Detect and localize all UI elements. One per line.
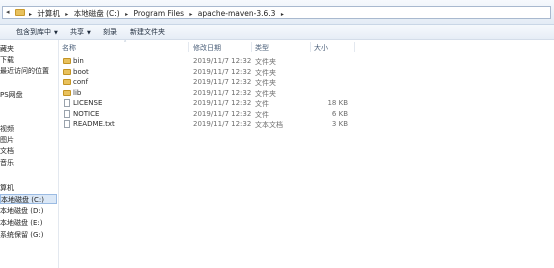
- file-name: conf: [73, 78, 89, 86]
- file-name: LICENSE: [73, 99, 103, 107]
- breadcrumb: ▸ 计算机 ▸ 本地磁盘 (C:) ▸ Program Files ▸ apac…: [29, 8, 287, 19]
- nav-item[interactable]: 本地磁盘 (E:): [0, 218, 42, 228]
- nav-item[interactable]: 下载: [0, 55, 14, 65]
- burn-button[interactable]: 刻录: [103, 27, 117, 37]
- file-list: ⌃ 名称 修改日期 类型 大小 bin 2019/11/7 12:32 文件夹 boo…: [58, 40, 554, 268]
- file-modified-date: 2019/11/7 12:32: [193, 99, 252, 107]
- file-type: 文件夹: [255, 79, 276, 87]
- folder-icon: [63, 58, 71, 64]
- navigation-pane: 藏夹 下载 最近访问的位置 PS网盘视频 图片 文档音乐算机 本地磁盘 (C:) 本地磁盘 (…: [0, 40, 59, 268]
- file-modified-date: 2019/11/7 12:32: [193, 109, 252, 118]
- column-header-name[interactable]: 名称: [62, 43, 76, 53]
- breadcrumb-computer[interactable]: 计算机: [37, 9, 60, 18]
- column-divider[interactable]: [354, 42, 355, 52]
- nav-item[interactable]: 视频: [0, 124, 14, 134]
- file-row[interactable]: conf 2019/11/7 12:32 文件夹: [58, 78, 554, 88]
- file-modified-date: 2019/11/7 12:32: [193, 88, 252, 97]
- nav-item[interactable]: 音乐: [0, 158, 14, 168]
- breadcrumb-program-files[interactable]: Program Files: [134, 9, 185, 18]
- folder-icon: [63, 89, 71, 96]
- document-icon: [64, 120, 70, 128]
- share-button[interactable]: 共享 ▼: [70, 27, 91, 37]
- nav-item[interactable]: 本地磁盘 (D:): [0, 206, 43, 216]
- file-type: 文件: [255, 100, 269, 108]
- address-bar[interactable]: ◂ ▸ 计算机 ▸ 本地磁盘 (C:) ▸ Program Files ▸ ap…: [2, 6, 551, 19]
- file-size: 18 KB: [327, 99, 348, 107]
- chevron-right-icon[interactable]: ▸: [125, 11, 128, 18]
- share-label: 共享: [70, 28, 84, 36]
- file-name: bin: [73, 57, 84, 65]
- back-arrow-icon[interactable]: ◂: [6, 8, 10, 16]
- file-type: 文本文档: [255, 121, 283, 129]
- nav-item[interactable]: PS网盘: [0, 90, 23, 100]
- address-bar-area: ◂ ▸ 计算机 ▸ 本地磁盘 (C:) ▸ Program Files ▸ ap…: [0, 0, 554, 25]
- chevron-right-icon[interactable]: ▸: [29, 11, 32, 18]
- new-folder-label: 新建文件夹: [130, 28, 165, 36]
- file-row[interactable]: NOTICE 2019/11/7 12:32 文件 6 KB: [58, 109, 554, 120]
- file-size: 3 KB: [331, 120, 348, 128]
- file-modified-date: 2019/11/7 12:32: [193, 57, 252, 65]
- file-row[interactable]: LICENSE 2019/11/7 12:32 文件 18 KB: [58, 99, 554, 109]
- file-modified-date: 2019/11/7 12:32: [193, 120, 252, 128]
- nav-item[interactable]: 图片: [0, 135, 14, 145]
- column-divider[interactable]: [310, 42, 311, 52]
- caret-down-icon: ▼: [54, 30, 58, 36]
- nav-item[interactable]: 系统保留 (G:): [0, 230, 43, 240]
- file-name: README.txt: [73, 120, 115, 128]
- file-type: 文件夹: [255, 68, 276, 77]
- file-size: 6 KB: [331, 109, 348, 118]
- document-icon: [64, 99, 70, 107]
- command-bar: 包含到库中 ▼ 共享 ▼ 刻录 新建文件夹: [0, 25, 554, 40]
- column-divider[interactable]: [251, 42, 252, 52]
- chevron-right-icon[interactable]: ▸: [65, 11, 68, 18]
- file-row[interactable]: lib 2019/11/7 12:32 文件夹: [58, 89, 554, 99]
- file-row[interactable]: boot 2019/11/7 12:32 文件夹: [58, 68, 554, 78]
- file-type: 文件夹: [255, 89, 276, 98]
- file-name: boot: [73, 67, 89, 76]
- document-icon: [64, 109, 70, 118]
- column-header-date[interactable]: 修改日期: [193, 43, 221, 53]
- column-divider[interactable]: [188, 42, 189, 52]
- nav-item[interactable]: 算机: [0, 183, 14, 193]
- nav-item[interactable]: 藏夹: [0, 44, 14, 54]
- nav-item[interactable]: 最近访问的位置: [0, 66, 49, 76]
- sort-caret-icon: ⌃: [123, 40, 128, 46]
- caret-down-icon: ▼: [87, 30, 91, 36]
- nav-item[interactable]: 文档: [0, 146, 14, 156]
- file-name: lib: [73, 88, 82, 97]
- chevron-right-icon[interactable]: ▸: [189, 11, 192, 18]
- include-in-library-label: 包含到库中: [16, 28, 51, 36]
- burn-label: 刻录: [103, 28, 117, 36]
- chevron-right-icon[interactable]: ▸: [281, 11, 284, 18]
- folder-icon: [15, 9, 25, 16]
- file-row[interactable]: bin 2019/11/7 12:32 文件夹: [58, 57, 554, 67]
- file-type: 文件: [255, 110, 269, 119]
- new-folder-button[interactable]: 新建文件夹: [130, 27, 165, 37]
- nav-item[interactable]: 本地磁盘 (C:): [0, 194, 57, 204]
- folder-icon: [63, 68, 71, 75]
- breadcrumb-maven[interactable]: apache-maven-3.6.3: [198, 9, 276, 18]
- breadcrumb-c-drive[interactable]: 本地磁盘 (C:): [74, 9, 120, 18]
- file-name: NOTICE: [73, 109, 100, 118]
- column-header-size[interactable]: 大小: [314, 43, 328, 53]
- file-type: 文件夹: [255, 58, 276, 66]
- column-header-type[interactable]: 类型: [255, 43, 269, 53]
- file-row[interactable]: README.txt 2019/11/7 12:32 文本文档 3 KB: [58, 120, 554, 130]
- include-in-library-button[interactable]: 包含到库中 ▼: [16, 27, 58, 37]
- folder-icon: [63, 79, 71, 85]
- file-modified-date: 2019/11/7 12:32: [193, 78, 252, 86]
- file-modified-date: 2019/11/7 12:32: [193, 67, 252, 76]
